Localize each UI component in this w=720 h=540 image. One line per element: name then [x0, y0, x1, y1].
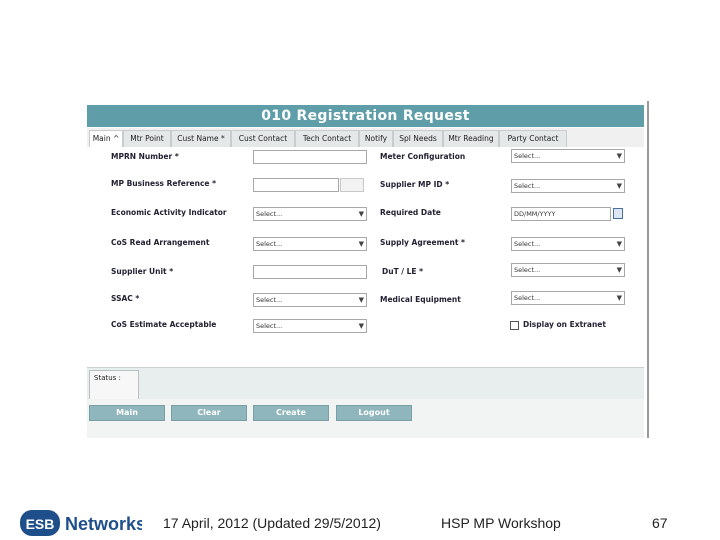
- display-on-extranet-checkbox[interactable]: [510, 321, 519, 330]
- supplier-unit-label: Supplier Unit *: [111, 267, 174, 276]
- mp-business-reference-extra: [340, 178, 364, 192]
- meter-configuration-select[interactable]: Select... ▼: [511, 149, 625, 163]
- supply-agreement-value: Select...: [514, 240, 541, 248]
- ssac-value: Select...: [256, 296, 283, 304]
- calendar-icon[interactable]: [613, 208, 623, 219]
- status-panel: Status :: [87, 367, 644, 400]
- meter-configuration-label: Meter Configuration: [380, 152, 466, 161]
- medical-equipment-select[interactable]: Select... ▼: [511, 291, 625, 305]
- svg-text:ESB: ESB: [26, 516, 55, 532]
- cos-read-arrangement-label: CoS Read Arrangement: [111, 238, 210, 247]
- tab-meter-reading[interactable]: Mtr Reading: [443, 130, 499, 147]
- tab-meter-point[interactable]: Mtr Point: [123, 130, 171, 147]
- medical-equipment-value: Select...: [514, 294, 541, 302]
- logo-text: Networks: [65, 514, 142, 534]
- mp-business-reference-input[interactable]: [253, 178, 339, 192]
- cos-read-arrangement-value: Select...: [256, 240, 283, 248]
- tab-party-contact[interactable]: Party Contact: [499, 130, 567, 147]
- meter-configuration-value: Select...: [514, 152, 541, 160]
- economic-activity-label: Economic Activity Indicator: [111, 208, 227, 217]
- form-title: 010 Registration Request: [87, 105, 644, 127]
- dut-le-value: Select...: [514, 266, 541, 274]
- dropdown-arrow-icon: ▼: [616, 182, 622, 190]
- main-button[interactable]: Main: [89, 405, 165, 421]
- dropdown-arrow-icon: ▼: [616, 240, 622, 248]
- esb-networks-logo: ESB Networks: [20, 510, 142, 536]
- economic-activity-value: Select...: [256, 210, 283, 218]
- cos-estimate-value: Select...: [256, 322, 283, 330]
- display-on-extranet-label: Display on Extranet: [523, 320, 606, 329]
- footer-date: 17 April, 2012 (Updated 29/5/2012): [163, 515, 381, 531]
- ssac-select[interactable]: Select... ▼: [253, 293, 367, 307]
- required-date-input[interactable]: DD/MM/YYYY: [511, 207, 611, 221]
- economic-activity-select[interactable]: Select... ▼: [253, 207, 367, 221]
- status-label: Status :: [89, 370, 139, 400]
- supply-agreement-select[interactable]: Select... ▼: [511, 237, 625, 251]
- dut-le-select[interactable]: Select... ▼: [511, 263, 625, 277]
- dropdown-arrow-icon: ▼: [358, 210, 364, 218]
- tab-notify[interactable]: Notify: [359, 130, 393, 147]
- supplier-mp-id-label: Supplier MP ID *: [380, 180, 450, 189]
- tab-bar: Main ^ Mtr Point Cust Name * Cust Contac…: [87, 128, 644, 147]
- dut-le-label: DuT / LE *: [382, 267, 424, 276]
- supplier-mp-id-select[interactable]: Select... ▼: [511, 179, 625, 193]
- supplier-mp-id-value: Select...: [514, 182, 541, 190]
- supplier-unit-input[interactable]: [253, 265, 367, 279]
- cos-estimate-select[interactable]: Select... ▼: [253, 319, 367, 333]
- create-button[interactable]: Create: [253, 405, 329, 421]
- supply-agreement-label: Supply Agreement *: [380, 238, 465, 247]
- tab-customer-contact[interactable]: Cust Contact: [231, 130, 295, 147]
- mp-business-reference-label: MP Business Reference *: [111, 179, 217, 188]
- cos-read-arrangement-select[interactable]: Select... ▼: [253, 237, 367, 251]
- ssac-label: SSAC *: [111, 294, 140, 303]
- dropdown-arrow-icon: ▼: [358, 322, 364, 330]
- dropdown-arrow-icon: ▼: [358, 296, 364, 304]
- logout-button[interactable]: Logout: [336, 405, 412, 421]
- button-bar: Main Clear Create Logout: [87, 399, 644, 438]
- page-number: 67: [652, 515, 668, 531]
- tab-tech-contact[interactable]: Tech Contact: [295, 130, 359, 147]
- medical-equipment-label: Medical Equipment: [380, 295, 461, 304]
- footer-event: HSP MP Workshop: [441, 515, 561, 531]
- tab-main[interactable]: Main ^: [89, 130, 123, 147]
- mprn-label: MPRN Number *: [111, 152, 179, 161]
- dropdown-arrow-icon: ▼: [358, 240, 364, 248]
- dropdown-arrow-icon: ▼: [616, 152, 622, 160]
- required-date-label: Required Date: [380, 208, 441, 217]
- registration-form-window: 010 Registration Request Main ^ Mtr Poin…: [87, 101, 649, 438]
- dropdown-arrow-icon: ▼: [616, 266, 622, 274]
- mprn-input[interactable]: [253, 150, 367, 164]
- tab-customer-name[interactable]: Cust Name *: [171, 130, 231, 147]
- tab-special-needs[interactable]: Spl Needs: [393, 130, 443, 147]
- dropdown-arrow-icon: ▼: [616, 294, 622, 302]
- cos-estimate-label: CoS Estimate Acceptable: [111, 320, 217, 329]
- clear-button[interactable]: Clear: [171, 405, 247, 421]
